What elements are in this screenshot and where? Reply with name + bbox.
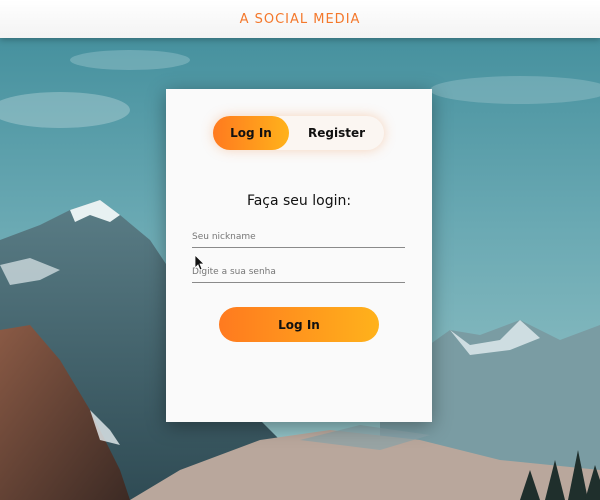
top-navbar: A SOCIAL MEDIA [0,0,600,38]
login-card: Log In Register Faça seu login: Log In [166,89,432,422]
nickname-input[interactable] [192,226,405,248]
tab-register[interactable]: Register [289,116,384,150]
auth-toggle: Log In Register [213,116,384,150]
form-title: Faça seu login: [246,193,352,209]
brand-title: A SOCIAL MEDIA [239,11,361,27]
mouse-cursor-icon [194,254,205,275]
login-submit-button[interactable]: Log In [219,307,379,342]
password-input[interactable] [192,261,405,283]
tab-login[interactable]: Log In [213,116,289,150]
